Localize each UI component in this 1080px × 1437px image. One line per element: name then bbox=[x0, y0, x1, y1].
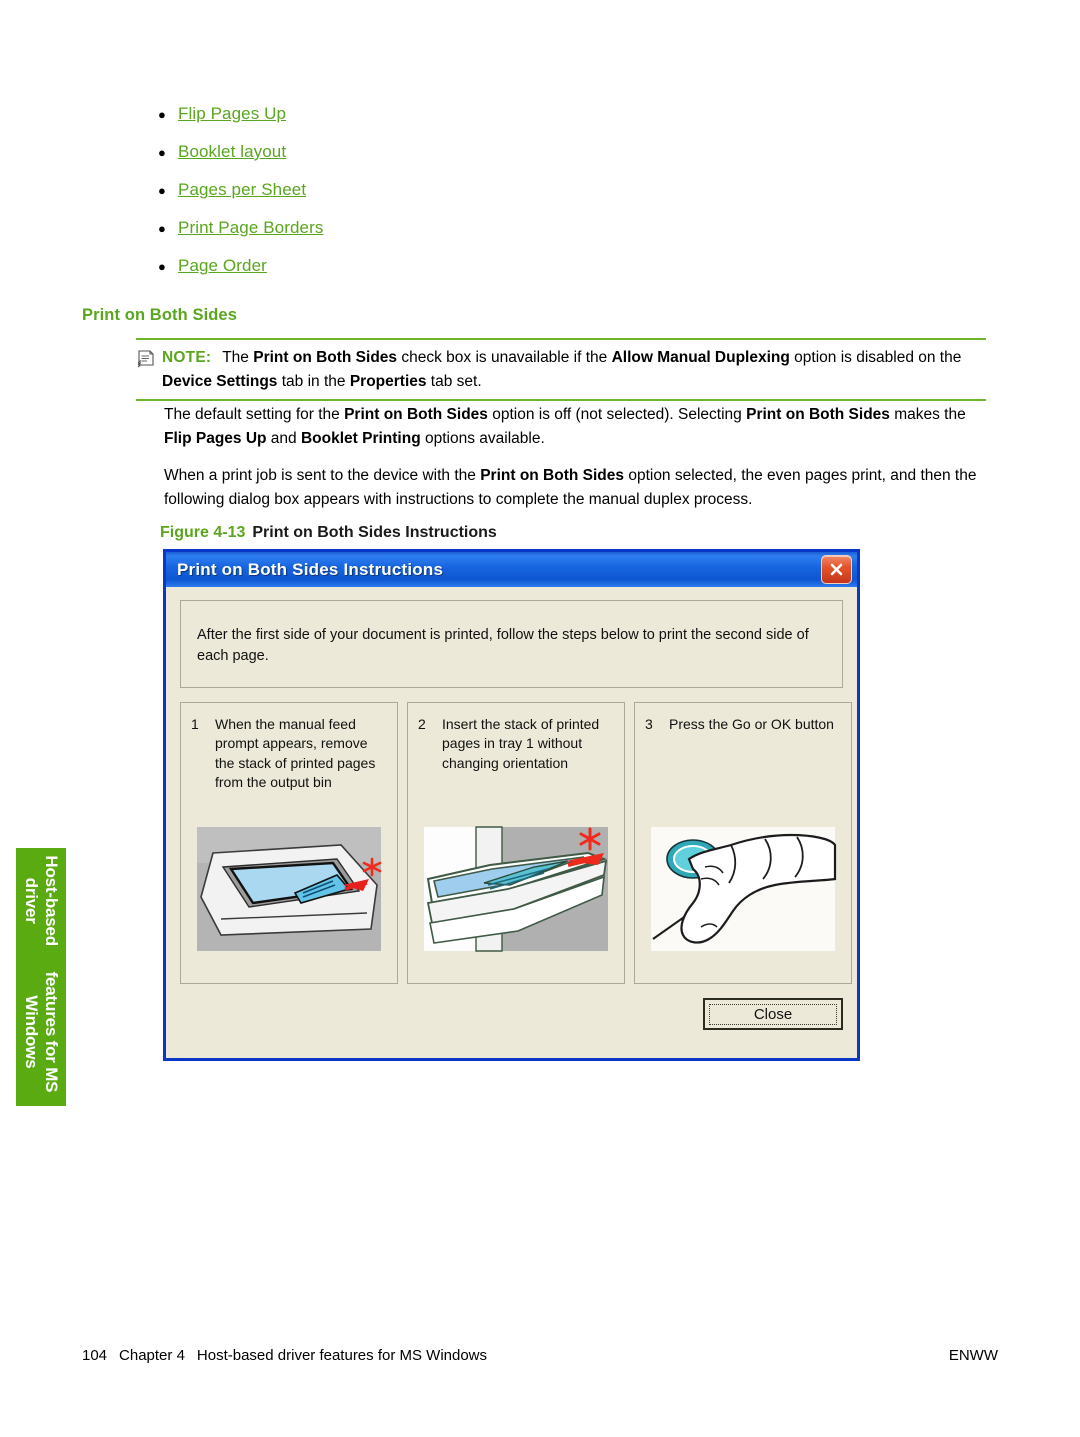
figure-caption: Figure 4-13 Print on Both Sides Instructi… bbox=[160, 524, 497, 542]
step-text: Press the Go or OK button bbox=[669, 716, 834, 732]
side-tab-line: Host-based driver bbox=[22, 855, 61, 946]
text-fragment: When a print job is sent to the device w… bbox=[164, 467, 481, 484]
dialog-title: Print on Both Sides Instructions bbox=[177, 559, 444, 579]
footer-chapter-title: Host-based driver features for MS Window… bbox=[196, 1347, 488, 1364]
bullet-icon: ● bbox=[158, 183, 166, 198]
link-pages-per-sheet[interactable]: Pages per Sheet bbox=[178, 180, 306, 200]
printer-tray1-illustration bbox=[418, 821, 614, 956]
step-text: When the manual feed prompt appears, rem… bbox=[215, 716, 376, 790]
dialog-intro-groupbox: After the first side of your document is… bbox=[180, 600, 843, 688]
list-item[interactable]: ● Page Order bbox=[152, 256, 852, 294]
bold-booklet-printing: Booklet Printing bbox=[300, 430, 421, 448]
link-page-order[interactable]: Page Order bbox=[178, 256, 267, 276]
side-tab-line: features for MS Windows bbox=[22, 971, 61, 1093]
chapter-side-tab: Host-based driver features for MS Window… bbox=[16, 848, 66, 1106]
list-item[interactable]: ● Flip Pages Up bbox=[152, 104, 852, 142]
dialog-titlebar: Print on Both Sides Instructions bbox=[163, 549, 860, 587]
printer-output-bin-illustration bbox=[191, 821, 387, 956]
bold-print-on-both-sides: Print on Both Sides bbox=[480, 467, 625, 484]
step-panel-3: 3 Press the Go or OK button bbox=[634, 702, 852, 984]
list-item[interactable]: ● Pages per Sheet bbox=[152, 180, 852, 218]
dialog-intro-text: After the first side of your document is… bbox=[197, 627, 809, 665]
dialog-close-row: Close bbox=[703, 998, 843, 1030]
step-panel-1: 1 When the manual feed prompt appears, r… bbox=[180, 702, 398, 984]
figure-title: Print on Both Sides Instructions bbox=[252, 524, 497, 541]
bullet-icon: ● bbox=[158, 259, 166, 274]
bullet-icon: ● bbox=[158, 107, 166, 122]
step-text: Insert the stack of printed pages in tra… bbox=[442, 716, 600, 771]
note-bold-allow-manual-duplexing: Allow Manual Duplexing bbox=[611, 349, 790, 366]
dialog-body: After the first side of your document is… bbox=[166, 587, 857, 1058]
bullet-icon: ● bbox=[158, 145, 166, 160]
close-button[interactable]: Close bbox=[703, 998, 843, 1030]
note-fragment: tab set. bbox=[426, 372, 482, 390]
page-number: 104 bbox=[82, 1347, 108, 1364]
footer-chapter: Chapter 4 bbox=[119, 1347, 185, 1364]
note-callout: NOTE: The Print on Both Sides check box i… bbox=[136, 338, 986, 402]
step-number: 3 bbox=[645, 716, 653, 732]
note-icon bbox=[136, 346, 162, 368]
text-fragment: The default setting for the bbox=[164, 406, 345, 423]
bold-flip-pages-up: Flip Pages Up bbox=[164, 430, 267, 448]
list-item[interactable]: ● Print Page Borders bbox=[152, 218, 852, 256]
note-label: NOTE: bbox=[162, 349, 212, 366]
note-fragment: The bbox=[222, 349, 254, 366]
hand-pressing-button-illustration bbox=[645, 821, 841, 956]
note-bold-properties: Properties bbox=[349, 372, 427, 390]
note-fragment: check box is unavailable if the bbox=[397, 349, 612, 366]
note-fragment: tab in the bbox=[277, 372, 350, 390]
link-print-page-borders[interactable]: Print Page Borders bbox=[178, 218, 323, 238]
note-bold-device-settings: Device Settings bbox=[162, 372, 278, 390]
text-fragment: option is off (not selected). Selecting bbox=[487, 406, 747, 423]
link-booklet-layout[interactable]: Booklet layout bbox=[178, 142, 286, 162]
page-footer: 104 Chapter 4 Host-based driver features f… bbox=[82, 1347, 998, 1364]
text-fragment: and bbox=[266, 430, 301, 448]
note-bold-print-on-both-sides: Print on Both Sides bbox=[253, 349, 398, 366]
text-fragment: options available. bbox=[420, 430, 545, 448]
dialog-steps-container: 1 When the manual feed prompt appears, r… bbox=[180, 702, 852, 984]
figure-number: Figure 4-13 bbox=[160, 524, 246, 541]
step-header: 3 Press the Go or OK button bbox=[645, 715, 841, 817]
step-header: 2 Insert the stack of printed pages in t… bbox=[418, 715, 614, 817]
footer-right: ENWW bbox=[948, 1347, 998, 1364]
close-icon[interactable] bbox=[821, 555, 852, 584]
print-on-both-sides-dialog: Print on Both Sides Instructions After t… bbox=[163, 549, 860, 1061]
section-heading: Print on Both Sides bbox=[82, 306, 237, 324]
step-number: 2 bbox=[418, 716, 426, 732]
list-item[interactable]: ● Booklet layout bbox=[152, 142, 852, 180]
bold-print-on-both-sides: Print on Both Sides bbox=[344, 406, 488, 423]
bullet-icon: ● bbox=[158, 221, 166, 236]
bold-print-on-both-sides: Print on Both Sides bbox=[746, 406, 890, 423]
step-header: 1 When the manual feed prompt appears, r… bbox=[191, 715, 387, 817]
note-text: NOTE: The Print on Both Sides check box i… bbox=[162, 346, 986, 393]
text-fragment: makes the bbox=[889, 406, 966, 423]
chapter-side-tab-text: Host-based driver features for MS Window… bbox=[16, 848, 66, 1106]
step-number: 1 bbox=[191, 716, 199, 732]
link-flip-pages-up[interactable]: Flip Pages Up bbox=[178, 104, 286, 124]
paragraph-print-job: When a print job is sent to the device w… bbox=[164, 464, 996, 512]
paragraph-default-setting: The default setting for the Print on Bot… bbox=[164, 403, 996, 451]
note-fragment: option is disabled on the bbox=[789, 349, 962, 366]
cross-reference-list: ● Flip Pages Up ● Booklet layout ● Pages… bbox=[152, 104, 852, 294]
document-page: ● Flip Pages Up ● Booklet layout ● Pages… bbox=[0, 0, 1080, 1437]
step-panel-2: 2 Insert the stack of printed pages in t… bbox=[407, 702, 625, 984]
close-button-label: Close bbox=[709, 1003, 837, 1025]
